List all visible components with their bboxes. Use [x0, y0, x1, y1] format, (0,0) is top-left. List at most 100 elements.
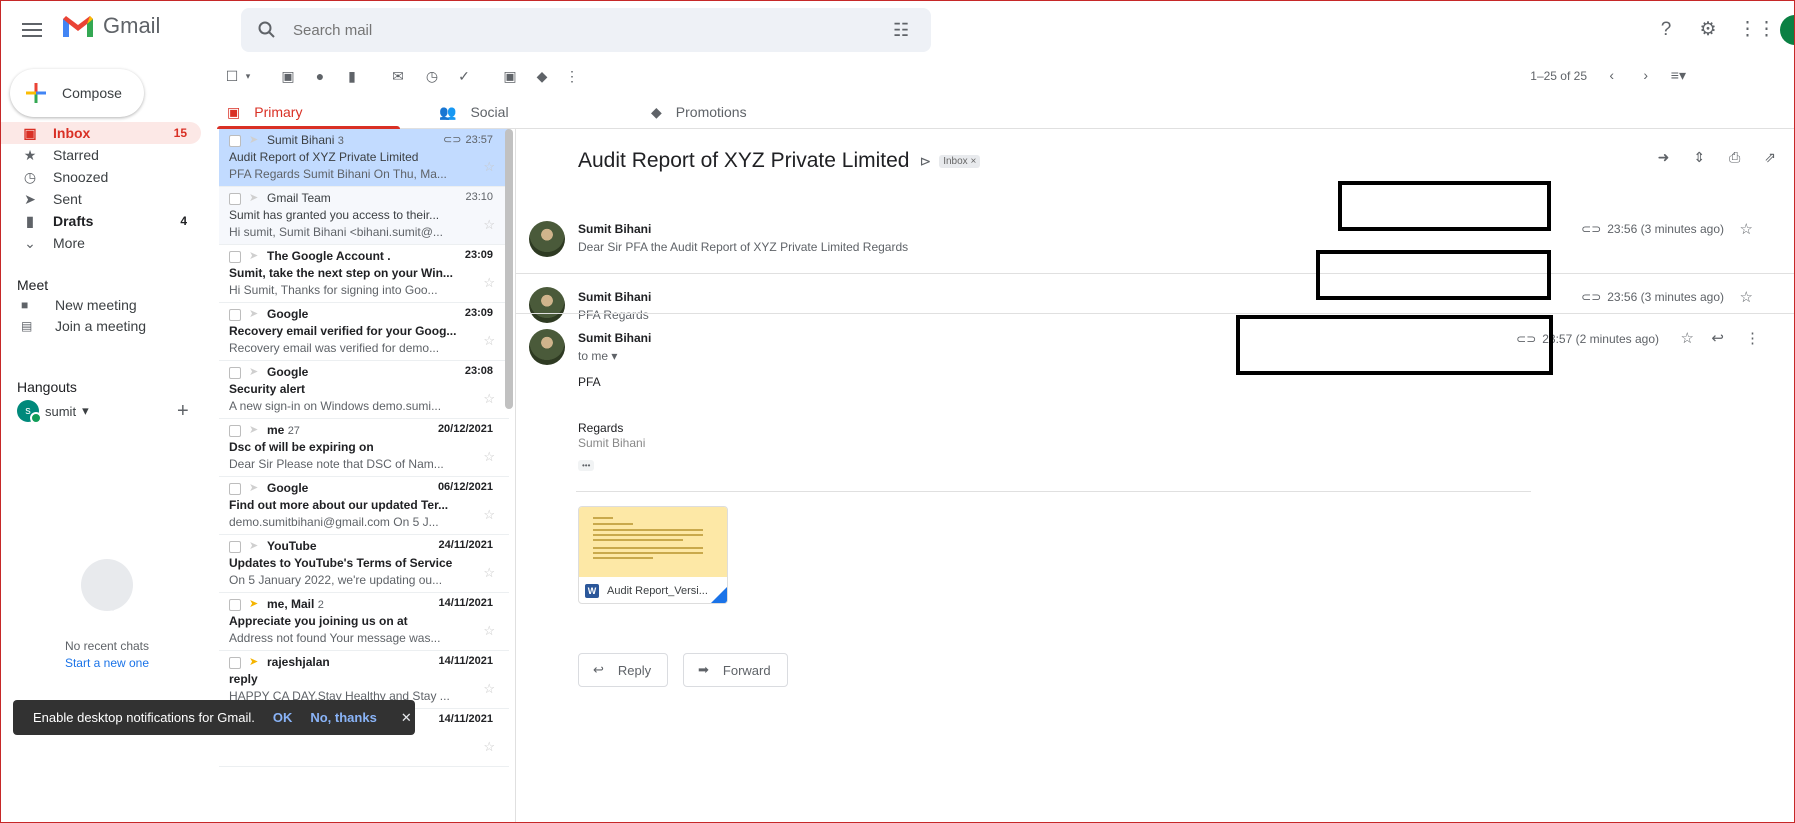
row-checkbox[interactable] — [229, 541, 241, 553]
importance-icon[interactable]: ⊳ — [919, 153, 931, 170]
older-page-icon[interactable]: › — [1643, 67, 1648, 83]
row-checkbox[interactable] — [229, 135, 241, 147]
density-icon[interactable]: ≡▾ — [1671, 67, 1686, 84]
close-icon[interactable]: ✕ — [401, 710, 412, 726]
newer-page-icon[interactable]: ‹ — [1609, 67, 1614, 83]
mail-list-scrollbar[interactable] — [505, 129, 513, 409]
tab-social[interactable]: 👥 Social — [439, 95, 509, 129]
star-icon[interactable]: ☆ — [483, 739, 495, 755]
row-checkbox[interactable] — [229, 599, 241, 611]
mail-subject: Dsc of will be expiring on — [229, 440, 374, 454]
mail-row[interactable]: ➤ me 27 20/12/2021 Dsc of will be expiring … — [219, 419, 509, 477]
account-avatar[interactable] — [1780, 15, 1794, 45]
star-icon[interactable]: ☆ — [483, 623, 495, 639]
inbox-label-chip[interactable]: Inbox × — [939, 154, 981, 168]
reply-button[interactable]: ↩ Reply — [578, 653, 669, 687]
new-meeting-link[interactable]: ■ New meeting — [21, 297, 137, 313]
star-icon[interactable]: ☆ — [483, 565, 495, 581]
mail-row[interactable]: ➤ me, Mail 2 14/11/2021 Appreciate you join… — [219, 593, 509, 651]
mail-row[interactable]: ➤ Gmail Team 23:10 Sumit has granted you a… — [219, 187, 509, 245]
archive-icon[interactable]: ▣ — [279, 67, 297, 85]
star-icon[interactable]: ☆ — [483, 333, 495, 349]
reply-icon[interactable]: ↩ — [1711, 329, 1724, 347]
mail-row[interactable]: ➤ Google 06/12/2021 Find out more about ou… — [219, 477, 509, 535]
mail-row[interactable]: ➤ The Google Account . 23:09 Sumit, take t… — [219, 245, 509, 303]
mail-row[interactable]: ➤ Google 23:08 Security alert A new sign-in… — [219, 361, 509, 419]
report-spam-icon[interactable]: ● — [311, 67, 329, 85]
sidebar-item-more[interactable]: ⌄ More — [1, 232, 201, 254]
importance-marker-icon[interactable]: ➤ — [249, 655, 258, 668]
move-to-icon[interactable]: ▣ — [501, 67, 519, 85]
sidebar-item-inbox[interactable]: ▣ Inbox 15 — [1, 122, 201, 144]
importance-marker-icon[interactable]: ➤ — [249, 481, 258, 494]
apps-icon[interactable]: ⋮⋮ — [1738, 18, 1776, 42]
row-checkbox[interactable] — [229, 193, 241, 205]
more-options-icon[interactable]: ⋮ — [563, 67, 581, 85]
snooze-icon[interactable]: ◷ — [423, 67, 441, 85]
tab-promotions[interactable]: ◆ Promotions — [651, 95, 747, 129]
sidebar-item-sent[interactable]: ➤ Sent — [1, 188, 201, 210]
hangouts-user[interactable]: s sumit ▾ — [17, 400, 89, 424]
recipient-details[interactable]: to me ▾ — [578, 349, 617, 363]
importance-marker-icon[interactable]: ➤ — [249, 539, 258, 552]
row-checkbox[interactable] — [229, 657, 241, 669]
row-checkbox[interactable] — [229, 425, 241, 437]
search-bar[interactable]: ☷ — [241, 8, 931, 52]
join-meeting-link[interactable]: ▤ Join a meeting — [21, 318, 146, 334]
gmail-logo[interactable]: Gmail — [61, 13, 160, 39]
star-icon[interactable]: ☆ — [483, 217, 495, 233]
sidebar-item-snoozed[interactable]: ◷ Snoozed — [1, 166, 201, 188]
snackbar-no-thanks-button[interactable]: No, thanks — [310, 710, 376, 725]
forward-button[interactable]: ➡ Forward — [683, 653, 788, 687]
row-checkbox[interactable] — [229, 251, 241, 263]
help-icon[interactable]: ? — [1654, 18, 1678, 42]
open-new-window-icon[interactable]: ⇗ — [1764, 149, 1776, 166]
importance-marker-icon[interactable]: ➤ — [249, 597, 258, 610]
star-icon[interactable]: ☆ — [1740, 288, 1753, 306]
star-icon[interactable]: ☆ — [1740, 220, 1753, 238]
search-input[interactable] — [293, 21, 853, 39]
mail-row[interactable]: ➤ Google 23:09 Recovery email verified for… — [219, 303, 509, 361]
main-menu-icon[interactable] — [17, 15, 47, 45]
tab-primary[interactable]: ▣ Primary — [216, 95, 402, 129]
mark-unread-icon[interactable]: ✉ — [389, 67, 407, 85]
row-checkbox[interactable] — [229, 483, 241, 495]
label-icon[interactable]: ◆ — [533, 67, 551, 85]
mail-subject: Audit Report of XYZ Private Limited — [229, 150, 419, 164]
search-icon[interactable] — [257, 20, 277, 40]
sidebar-item-starred[interactable]: ★ Starred — [1, 144, 201, 166]
importance-marker-icon[interactable]: ➤ — [249, 133, 258, 146]
delete-icon[interactable]: ▮ — [343, 67, 361, 85]
row-checkbox[interactable] — [229, 309, 241, 321]
search-options-icon[interactable]: ☷ — [893, 20, 913, 40]
expand-all-icon[interactable]: ⇕ — [1693, 149, 1705, 166]
show-trimmed-button[interactable]: ••• — [578, 460, 595, 471]
settings-icon[interactable]: ⚙ — [1696, 18, 1720, 42]
importance-marker-icon[interactable]: ➤ — [249, 307, 258, 320]
select-dropdown-icon[interactable]: ▾ — [239, 67, 257, 85]
snackbar-ok-button[interactable]: OK — [273, 710, 293, 725]
star-icon[interactable]: ☆ — [483, 507, 495, 523]
row-checkbox[interactable] — [229, 367, 241, 379]
more-vert-icon[interactable]: ⋮ — [1745, 329, 1760, 347]
star-icon[interactable]: ☆ — [483, 159, 495, 175]
print-icon[interactable]: ⎙ — [1729, 149, 1740, 166]
importance-marker-icon[interactable]: ➤ — [249, 249, 258, 262]
star-icon[interactable]: ☆ — [483, 391, 495, 407]
compose-button[interactable]: Compose — [10, 69, 144, 117]
move-icon[interactable]: ➜ — [1658, 149, 1670, 166]
importance-marker-icon[interactable]: ➤ — [249, 423, 258, 436]
mail-row[interactable]: ➤ Sumit Bihani 3 ⊂⊃ 23:57 Audit Report of XY… — [219, 129, 509, 187]
attachment-card[interactable]: W Audit Report_Versi... — [578, 506, 728, 604]
importance-marker-icon[interactable]: ➤ — [249, 365, 258, 378]
star-icon[interactable]: ☆ — [483, 681, 495, 697]
star-icon[interactable]: ☆ — [483, 449, 495, 465]
star-icon[interactable]: ☆ — [483, 275, 495, 291]
add-chat-icon[interactable]: + — [177, 400, 189, 423]
start-chat-link[interactable]: Start a new one — [1, 656, 213, 670]
sidebar-item-drafts[interactable]: ▮ Drafts 4 — [1, 210, 201, 232]
importance-marker-icon[interactable]: ➤ — [249, 191, 258, 204]
add-task-icon[interactable]: ✓ — [455, 67, 473, 85]
star-icon[interactable]: ☆ — [1681, 329, 1694, 347]
mail-row[interactable]: ➤ YouTube 24/11/2021 Updates to YouTube's … — [219, 535, 509, 593]
